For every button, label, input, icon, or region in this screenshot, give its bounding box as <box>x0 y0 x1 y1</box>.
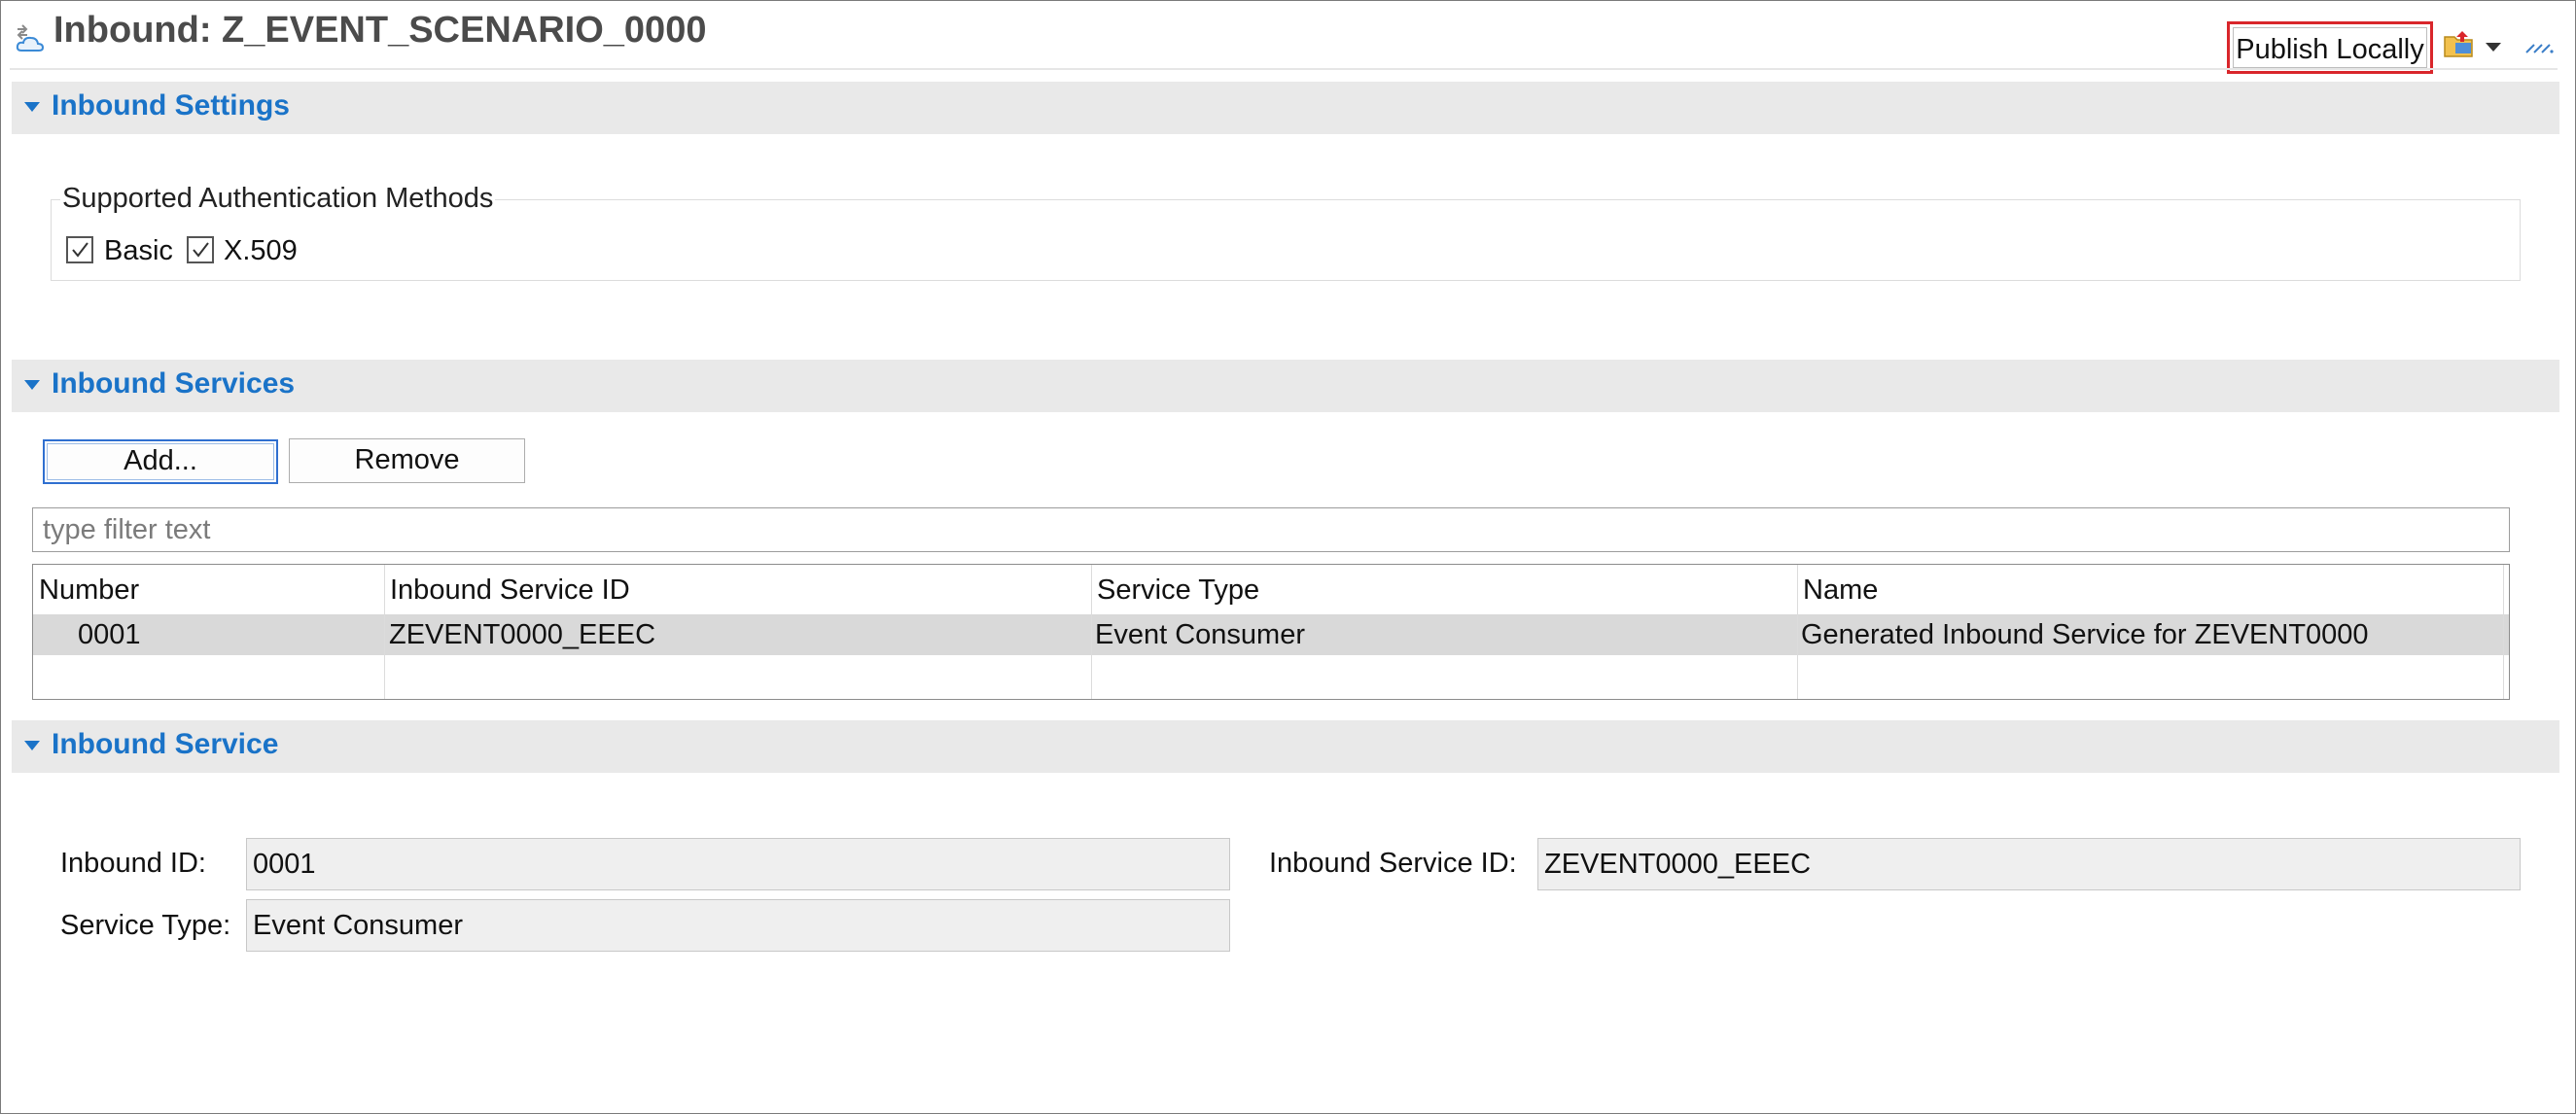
basic-auth-label: Basic <box>104 235 173 266</box>
title-divider <box>10 68 2558 70</box>
inbound-id-field[interactable]: 0001 <box>246 838 1230 890</box>
column-divider[interactable] <box>1091 565 1092 699</box>
checkmark-icon <box>72 242 88 258</box>
section-inbound-service[interactable]: Inbound Service <box>12 720 2559 773</box>
filter-input[interactable] <box>32 507 2510 552</box>
column-header-inbound-service-id[interactable]: Inbound Service ID <box>390 574 630 607</box>
column-divider[interactable] <box>1797 565 1798 699</box>
service-type-field[interactable]: Event Consumer <box>246 899 1230 952</box>
cell-inbound-service-id[interactable]: ZEVENT0000_EEEC <box>389 619 655 651</box>
section-title: Inbound Service <box>52 728 279 760</box>
section-title: Inbound Settings <box>52 89 290 122</box>
cell-name[interactable]: Generated Inbound Service for ZEVENT0000 <box>1801 619 2369 651</box>
collapse-arrow-icon[interactable] <box>24 102 40 112</box>
section-inbound-services[interactable]: Inbound Services <box>12 360 2559 412</box>
remove-service-button[interactable]: Remove <box>289 438 525 483</box>
inbound-services-table: Number Inbound Service ID Service Type N… <box>32 564 2510 700</box>
cell-number[interactable]: 0001 <box>78 619 141 651</box>
publish-locally-label: Publish Locally <box>2233 27 2427 68</box>
dropdown-arrow-icon[interactable] <box>2486 41 2501 58</box>
publish-folder-icon[interactable] <box>2443 29 2476 65</box>
x509-auth-checkbox[interactable] <box>187 236 214 263</box>
column-divider[interactable] <box>384 565 385 699</box>
column-header-service-type[interactable]: Service Type <box>1097 574 1259 607</box>
inbound-id-label: Inbound ID: <box>60 848 206 879</box>
column-divider[interactable] <box>2503 565 2504 699</box>
inbound-service-id-label: Inbound Service ID: <box>1269 848 1517 879</box>
inbound-service-id-field[interactable]: ZEVENT0000_EEEC <box>1537 838 2521 890</box>
service-type-label: Service Type: <box>60 910 231 941</box>
resize-grip-icon[interactable] <box>2524 37 2556 59</box>
collapse-arrow-icon[interactable] <box>24 380 40 390</box>
inbound-cloud-icon <box>14 21 47 54</box>
x509-auth-label: X.509 <box>224 235 298 266</box>
add-service-button[interactable]: Add... <box>43 439 278 484</box>
basic-auth-checkbox[interactable] <box>66 236 93 263</box>
column-header-name[interactable]: Name <box>1803 574 1878 607</box>
collapse-arrow-icon[interactable] <box>24 741 40 750</box>
publish-locally-button[interactable]: Publish Locally <box>2227 21 2433 74</box>
section-inbound-settings[interactable]: Inbound Settings <box>12 82 2559 134</box>
cell-service-type[interactable]: Event Consumer <box>1095 619 1305 651</box>
page-title: Inbound: Z_EVENT_SCENARIO_0000 <box>53 10 707 51</box>
column-header-number[interactable]: Number <box>39 574 139 607</box>
auth-methods-legend: Supported Authentication Methods <box>60 183 496 215</box>
section-title: Inbound Services <box>52 367 296 400</box>
checkmark-icon <box>193 242 209 258</box>
